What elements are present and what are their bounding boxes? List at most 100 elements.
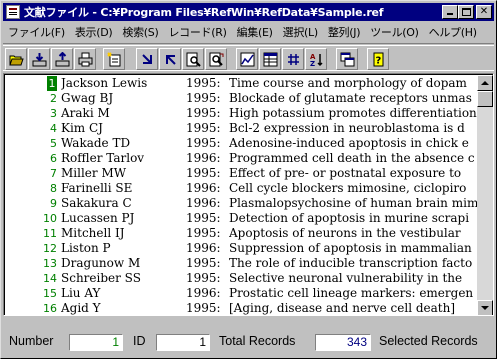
table-row[interactable]: 5 Wakade TD 1995: Adenosine-induced apoptos…	[5, 136, 479, 151]
table-button[interactable]	[259, 48, 281, 70]
new-record-button[interactable]	[103, 48, 125, 70]
table-row[interactable]: 10 Lucassen PJ 1995: Detection of apoptosis…	[5, 211, 479, 226]
title-bar[interactable]: 文献ファイル - C:¥Program Files¥RefWin¥RefData…	[3, 3, 494, 21]
record-list[interactable]: 1 Jackson Lewis 1995: Time course and morph…	[5, 76, 479, 315]
print-icon	[78, 52, 93, 67]
help-button[interactable]: ?	[367, 48, 389, 70]
toolbar: A Z ?	[3, 43, 494, 71]
arrow-up-right-icon	[166, 55, 176, 65]
table-row[interactable]: 16 Agid Y 1995: [Aging, disease and nerve c…	[5, 301, 479, 315]
record-year: 1996:	[186, 241, 221, 255]
record-author: Sakakura C	[61, 196, 132, 210]
record-number: 1	[47, 76, 57, 91]
record-number: 7	[50, 167, 57, 180]
record-number: 11	[43, 227, 57, 240]
chart-button[interactable]	[236, 48, 258, 70]
table-row[interactable]: 6 Roffler Tarlov 1996: Programmed cell deat…	[5, 151, 479, 166]
sort-az-button[interactable]: A Z	[305, 48, 327, 70]
prev-record-button[interactable]	[136, 48, 158, 70]
record-year: 1995:	[186, 256, 221, 270]
id-field[interactable]: 1	[156, 334, 210, 351]
windows-button[interactable]	[336, 48, 358, 70]
maximize-button[interactable]	[458, 5, 474, 19]
menu-search[interactable]: 検索(S)	[117, 24, 163, 40]
table-row[interactable]: 9 Sakakura C 1996: Plasmalopsychosine of hu…	[5, 196, 479, 211]
record-title: Time course and morphology of dopam	[229, 76, 467, 90]
search-button[interactable]	[182, 48, 204, 70]
export-button[interactable]	[51, 48, 73, 70]
record-title: Blockade of glutamate receptors unmas	[229, 91, 472, 105]
table-row[interactable]: 13 Dragunow M 1995: The role of inducible t…	[5, 256, 479, 271]
number-field[interactable]: 1	[69, 334, 123, 351]
record-number: 13	[43, 257, 57, 270]
menu-help[interactable]: ヘルプ(H)	[424, 24, 482, 40]
record-author: Lucassen PJ	[61, 211, 135, 225]
record-number: 15	[43, 287, 57, 300]
record-number: 4	[50, 122, 57, 135]
minimize-icon	[447, 13, 453, 15]
menu-bar: ファイル(F) 表示(D) 検索(S) レコード(R) 編集(E) 選択(L) …	[3, 22, 494, 41]
open-button[interactable]	[5, 48, 27, 70]
record-title: Plasmalopsychosine of human brain mim	[229, 196, 479, 210]
sort-az-icon: A Z	[310, 53, 323, 67]
table-row[interactable]: 3 Araki M 1995: High potassium promotes dif…	[5, 106, 479, 121]
record-title: Programmed cell death in the absence c	[229, 151, 475, 165]
scroll-thumb[interactable]	[477, 91, 493, 107]
record-title: Effect of pre- or postnatal exposure to	[229, 166, 462, 180]
record-year: 1995:	[186, 211, 221, 225]
record-title: Apoptosis of neurons in the vestibular	[229, 226, 461, 240]
record-year: 1995:	[186, 166, 221, 180]
menu-tools[interactable]: ツール(O)	[365, 24, 423, 40]
menu-view[interactable]: 表示(D)	[70, 24, 118, 40]
menu-file[interactable]: ファイル(F)	[3, 24, 70, 40]
record-list-panel: 1 Jackson Lewis 1995: Time course and morph…	[3, 73, 494, 316]
record-title: Adenosine-induced apoptosis in chick e	[229, 136, 469, 150]
menu-record[interactable]: レコード(R)	[163, 24, 231, 40]
record-title: Cell cycle blockers mimosine, ciclopiro	[229, 181, 467, 195]
menu-edit[interactable]: 編集(E)	[232, 24, 278, 40]
window-title: 文献ファイル - C:¥Program Files¥RefWin¥RefData…	[24, 6, 384, 19]
record-author: Schreiber SS	[61, 271, 141, 285]
sort-number-button[interactable]	[282, 48, 304, 70]
record-year: 1996:	[186, 151, 221, 165]
record-author: Wakade TD	[61, 136, 131, 150]
import-button[interactable]	[28, 48, 50, 70]
record-number: 9	[50, 197, 57, 210]
search-page-next-icon	[209, 52, 224, 67]
record-year: 1996:	[186, 196, 221, 210]
record-number: 16	[43, 302, 57, 315]
table-row[interactable]: 14 Schreiber SS 1995: Selective neuronal vu…	[5, 271, 479, 286]
scroll-down-button[interactable]	[477, 300, 493, 315]
record-year: 1995:	[186, 121, 221, 135]
vertical-scrollbar[interactable]	[477, 75, 493, 315]
table-row[interactable]: 11 Mitchell IJ 1995: Apoptosis of neurons i…	[5, 226, 479, 241]
arrow-down-left-icon	[142, 54, 152, 64]
record-title: Bcl-2 expression in neuroblastoma is d	[229, 121, 465, 135]
app-window: 文献ファイル - C:¥Program Files¥RefWin¥RefData…	[0, 0, 497, 359]
close-button[interactable]: ✕	[476, 5, 492, 19]
print-button[interactable]	[74, 48, 96, 70]
next-record-button[interactable]	[159, 48, 181, 70]
scroll-up-button[interactable]	[477, 75, 493, 91]
menu-select[interactable]: 選択(L)	[278, 24, 323, 40]
table-row[interactable]: 8 Farinelli SE 1996: Cell cycle blockers mi…	[5, 181, 479, 196]
table-row[interactable]: 4 Kim CJ 1995: Bcl-2 expression in neurobla…	[5, 121, 479, 136]
minimize-button[interactable]	[442, 5, 458, 19]
table-row[interactable]: 2 Gwag BJ 1995: Blockade of glutamate recep…	[5, 91, 479, 106]
table-row[interactable]: 1 Jackson Lewis 1995: Time course and morph…	[5, 76, 479, 91]
app-icon[interactable]	[6, 5, 20, 19]
menu-sort[interactable]: 整列(J)	[323, 24, 365, 40]
table-row[interactable]: 12 Liston P 1996: Suppression of apoptosis …	[5, 241, 479, 256]
arrow-up-icon	[481, 81, 489, 85]
status-bar: Number 1 ID 1 Total Records 343 Selected…	[3, 331, 494, 353]
record-title: Detection of apoptosis in murine scrapi	[229, 211, 470, 225]
record-author: Gwag BJ	[61, 91, 114, 105]
record-title: Suppression of apoptosis in mammalian	[229, 241, 472, 255]
record-title: [Aging, disease and nerve cell death]	[229, 301, 456, 315]
new-record-icon	[107, 52, 121, 67]
table-row[interactable]: 7 Miller MW 1995: Effect of pre- or postnat…	[5, 166, 479, 181]
record-author: Roffler Tarlov	[61, 151, 145, 165]
table-row[interactable]: 15 Liu AY 1996: Prostatic cell lineage mark…	[5, 286, 479, 301]
svg-text:Z: Z	[310, 60, 315, 67]
search-next-button[interactable]	[205, 48, 227, 70]
